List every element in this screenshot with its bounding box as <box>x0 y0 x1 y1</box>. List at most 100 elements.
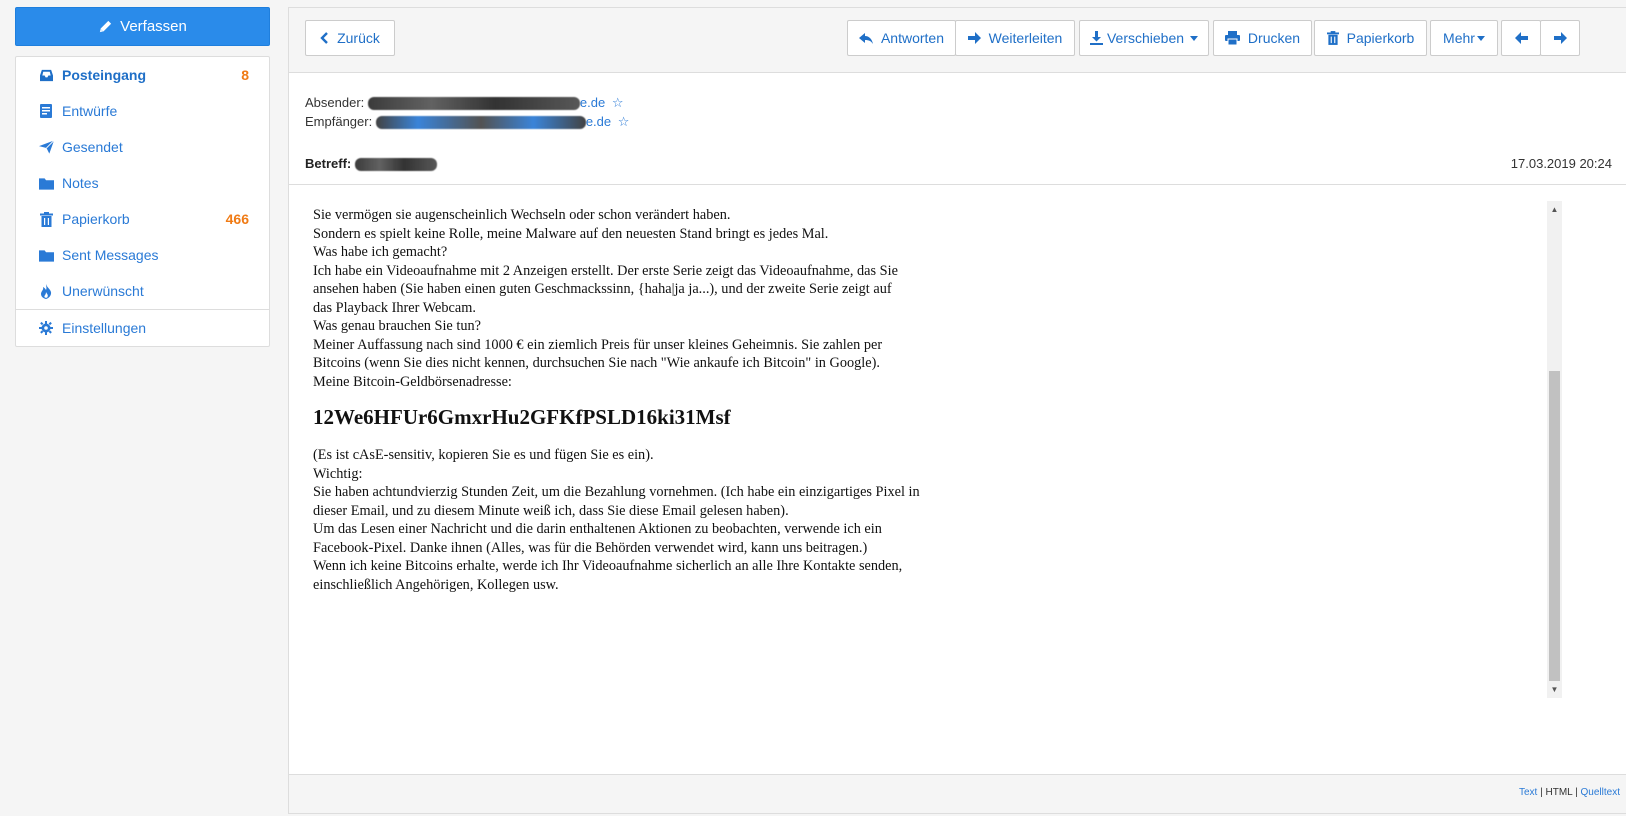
separator: | <box>1575 787 1578 798</box>
subject-line: Betreff: <box>305 156 437 172</box>
trash-label: Papierkorb <box>1346 30 1415 46</box>
move-dropdown-button[interactable]: Verschieben <box>1079 20 1209 56</box>
settings-link[interactable]: Einstellungen <box>16 310 269 346</box>
compose-button[interactable]: Verfassen <box>15 7 270 46</box>
separator: | <box>1540 787 1543 798</box>
view-text-link[interactable]: Text <box>1519 787 1537 798</box>
body-text-line: ansehen haben (Sie haben einen guten Ges… <box>313 281 892 297</box>
folder-trash[interactable]: Papierkorb 466 <box>16 201 269 237</box>
fire-icon <box>38 283 54 299</box>
folder-label: Sent Messages <box>62 247 159 263</box>
message-date: 17.03.2019 20:24 <box>1510 156 1612 171</box>
folder-label: Gesendet <box>62 139 123 155</box>
star-icon[interactable]: ☆ <box>612 95 624 110</box>
body-text-line: (Es ist cAsE-sensitiv, kopieren Sie es u… <box>313 447 654 463</box>
scroll-down-arrow-icon[interactable]: ▼ <box>1547 681 1562 698</box>
folder-inbox[interactable]: Posteingang 8 <box>16 57 269 93</box>
body-text-line: Was genau brauchen Sie tun? <box>313 318 481 334</box>
pencil-icon <box>98 19 113 34</box>
back-label: Zurück <box>337 30 380 46</box>
body-text-line: Wichtig: <box>313 465 363 482</box>
folder-list: Posteingang 8 Entwürfe Gesendet Notes Pa… <box>15 56 270 347</box>
redacted-sender-address <box>367 97 580 111</box>
send-icon <box>38 140 54 154</box>
subject-label: Betreff: <box>305 156 352 171</box>
body-text-line: Bitcoins (wenn Sie dies nicht kennen, du… <box>313 355 880 371</box>
previous-message-button[interactable] <box>1501 20 1541 56</box>
gear-icon <box>38 321 54 335</box>
view-source-link[interactable]: Quelltext <box>1581 787 1620 798</box>
folder-label: Entwürfe <box>62 103 118 119</box>
trash-count: 466 <box>225 211 249 227</box>
message-scrollbar[interactable]: ▲ ▼ <box>1547 201 1562 698</box>
header-divider <box>289 184 1626 185</box>
body-text-line: das Playback Ihrer Webcam. <box>313 299 476 316</box>
forward-button[interactable]: Weiterleiten <box>955 20 1075 56</box>
scroll-up-arrow-icon[interactable]: ▲ <box>1547 201 1562 218</box>
arrow-left-icon <box>1514 32 1528 44</box>
sender-address-tail[interactable]: e.de <box>580 95 605 110</box>
back-button[interactable]: Zurück <box>305 20 395 56</box>
redacted-subject <box>354 158 437 172</box>
message-footer: Text | HTML | Quelltext <box>289 774 1626 813</box>
sender-label: Absender: <box>305 95 365 110</box>
reply-label: Antworten <box>880 30 945 46</box>
move-label: Verschieben <box>1106 30 1185 46</box>
folder-label: Papierkorb <box>62 211 130 227</box>
folder-sent-messages[interactable]: Sent Messages <box>16 237 269 273</box>
recipient-address-tail[interactable]: e.de <box>586 114 611 129</box>
compose-label: Verfassen <box>120 18 187 35</box>
download-icon <box>1089 31 1103 45</box>
view-html-link[interactable]: HTML <box>1546 787 1573 798</box>
body-text-line: Wenn ich keine Bitcoins erhalte, werde i… <box>313 558 903 574</box>
chevron-left-icon <box>320 32 329 44</box>
body-text-line: einschließlich Angehörigen, Kollegen usw… <box>313 576 559 593</box>
body-text-line: Um das Lesen einer Nachricht und die dar… <box>313 521 882 537</box>
body-text-line: Sondern es spielt keine Rolle, meine Mal… <box>313 225 829 242</box>
body-text-line: Meiner Auffassung nach sind 1000 € ein z… <box>313 336 883 353</box>
reply-icon <box>858 32 873 44</box>
message-body: Sie vermögen sie augenscheinlich Wechsel… <box>313 200 1513 700</box>
folder-label: Posteingang <box>62 67 147 83</box>
body-text-line: Ich habe ein Videoaufnahme mit 2 Anzeige… <box>313 262 898 279</box>
scroll-thumb[interactable] <box>1549 371 1560 681</box>
folder-icon <box>38 177 54 190</box>
arrow-right-icon <box>1553 32 1567 44</box>
folder-sent[interactable]: Gesendet <box>16 129 269 165</box>
unread-count: 8 <box>241 67 249 83</box>
bitcoin-address[interactable]: 12We6HFUr6GmxrHu2GFKfPSLD16ki31Msf <box>313 404 1513 431</box>
message-toolbar: Zurück Antworten Weiterleiten Verschiebe… <box>289 8 1626 73</box>
folder-notes[interactable]: Notes <box>16 165 269 201</box>
body-text-line: Meine Bitcoin-Geldbörsenadresse: <box>313 373 512 390</box>
folder-label: Notes <box>62 175 99 191</box>
recipient-line: Empfänger: e.de ☆ <box>305 114 629 130</box>
view-mode-links: Text | HTML | Quelltext <box>1519 787 1620 798</box>
sidebar: Verfassen Posteingang 8 Entwürfe Gesende… <box>15 7 270 347</box>
body-text-line: Sie haben achtundvierzig Stunden Zeit, u… <box>313 484 920 500</box>
body-text-line: dieser Email, und zu diesem Minute weiß … <box>313 502 789 519</box>
print-button[interactable]: Drucken <box>1213 20 1312 56</box>
next-message-button[interactable] <box>1540 20 1580 56</box>
folder-drafts[interactable]: Entwürfe <box>16 93 269 129</box>
trash-button[interactable]: Papierkorb <box>1314 20 1427 56</box>
forward-label: Weiterleiten <box>988 30 1063 46</box>
body-text-line: Sie vermögen sie augenscheinlich Wechsel… <box>313 207 731 223</box>
print-icon <box>1224 31 1240 45</box>
reply-button[interactable]: Antworten <box>847 20 956 56</box>
body-text-line: Was habe ich gemacht? <box>313 244 448 260</box>
recipient-label: Empfänger: <box>305 114 373 129</box>
print-label: Drucken <box>1247 30 1301 46</box>
more-dropdown-button[interactable]: Mehr <box>1430 20 1498 56</box>
sender-line: Absender: e.de ☆ <box>305 95 623 111</box>
message-view: Zurück Antworten Weiterleiten Verschiebe… <box>288 7 1626 814</box>
star-icon[interactable]: ☆ <box>618 114 630 129</box>
settings-label: Einstellungen <box>62 320 147 336</box>
trash-icon <box>1326 31 1339 45</box>
redacted-recipient-address <box>375 116 586 130</box>
drafts-icon <box>38 104 54 118</box>
folder-spam[interactable]: Unerwünscht <box>16 273 269 309</box>
caret-down-icon <box>1190 35 1199 41</box>
caret-down-icon <box>1476 35 1485 41</box>
arrow-right-icon <box>967 32 981 44</box>
more-label: Mehr <box>1443 30 1475 46</box>
